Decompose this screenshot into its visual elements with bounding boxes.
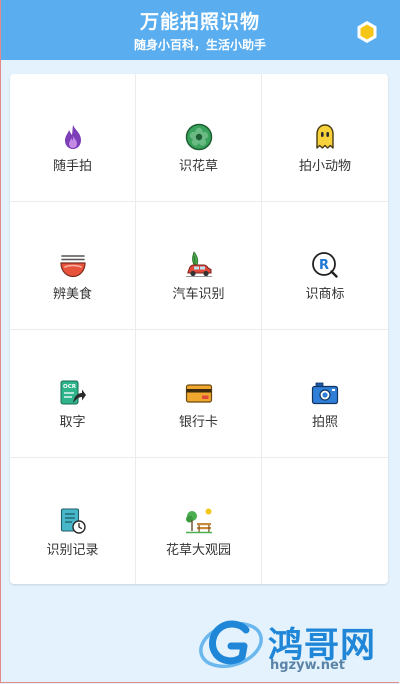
feature-label: 银行卡 — [178, 415, 218, 430]
feature-label: 拍照 — [311, 415, 338, 430]
ocr-icon: OCR — [60, 380, 86, 405]
trademark-r-icon: R — [312, 252, 338, 278]
svg-text:OCR: OCR — [63, 384, 77, 390]
feature-label: 辨美食 — [52, 287, 92, 302]
camera-icon — [311, 382, 339, 405]
ghost-pet-icon — [316, 124, 334, 149]
feature-item-food[interactable]: 辨美食 — [10, 202, 136, 330]
watermark: 鸿哥网 hgzyw.net — [198, 608, 398, 680]
feature-item-animals[interactable]: 拍小动物 — [262, 74, 388, 202]
watermark-logo-icon — [199, 620, 263, 669]
feature-label: 识花草 — [178, 159, 218, 174]
bank-card-icon — [185, 384, 212, 403]
feature-item-garden[interactable]: 花草大观园 — [136, 458, 262, 584]
feature-label: 随手拍 — [52, 159, 92, 174]
hexagon-icon[interactable] — [355, 20, 379, 44]
feature-item-bank-card[interactable]: 银行卡 — [136, 330, 262, 458]
feature-label: 识别记录 — [46, 543, 99, 558]
feature-item-flowers[interactable]: 识花草 — [136, 74, 262, 202]
svg-text:R: R — [319, 258, 329, 273]
garden-icon — [185, 508, 212, 534]
app-subtitle: 随身小百科，生活小助手 — [133, 38, 266, 52]
flower-icon — [185, 123, 212, 151]
app-title: 万能拍照识物 — [139, 11, 260, 33]
feature-label: 花草大观园 — [165, 543, 231, 558]
feature-label: 拍小动物 — [298, 159, 351, 174]
feature-item-snapshot[interactable]: 随手拍 — [10, 74, 136, 202]
car-icon — [185, 251, 212, 277]
feature-item-empty — [262, 458, 388, 584]
feature-item-trademark[interactable]: R 识商标 — [262, 202, 388, 330]
record-clock-icon — [60, 508, 86, 534]
flame-icon — [64, 125, 81, 149]
feature-item-ocr[interactable]: OCR 取字 — [10, 330, 136, 458]
feature-item-camera[interactable]: 拍照 — [262, 330, 388, 458]
watermark-url: hgzyw.net — [270, 658, 346, 673]
feature-label: 识商标 — [305, 287, 345, 302]
feature-label: 汽车识别 — [172, 287, 225, 302]
food-bowl-icon — [59, 255, 86, 278]
feature-item-car[interactable]: 汽车识别 — [136, 202, 262, 330]
feature-item-records[interactable]: 识别记录 — [10, 458, 136, 584]
app-header: 万能拍照识物 随身小百科，生活小助手 — [0, 0, 400, 60]
feature-grid: 随手拍 识花草 拍小动物 辨美食 汽车识别 R 识商标 OCR 取字 银行卡 拍… — [10, 74, 388, 584]
feature-label: 取字 — [59, 415, 86, 430]
feature-card: 随手拍 识花草 拍小动物 辨美食 汽车识别 R 识商标 OCR 取字 银行卡 拍… — [10, 74, 388, 584]
